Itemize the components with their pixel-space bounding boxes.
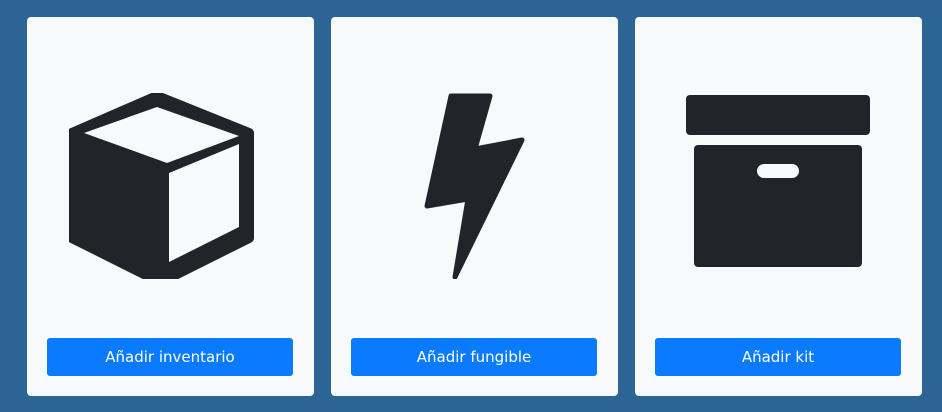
add-kit-button[interactable]: Añadir kit	[655, 338, 901, 376]
add-inventory-button[interactable]: Añadir inventario	[47, 338, 293, 376]
card-consumable: Añadir fungible	[331, 17, 618, 396]
archive-box-icon	[684, 93, 872, 269]
add-consumable-button[interactable]: Añadir fungible	[351, 338, 597, 376]
cube-box-icon	[69, 93, 255, 279]
card-kit: Añadir kit	[635, 17, 922, 396]
card-inventory: Añadir inventario	[27, 17, 314, 396]
lightning-bolt-icon	[424, 93, 526, 279]
